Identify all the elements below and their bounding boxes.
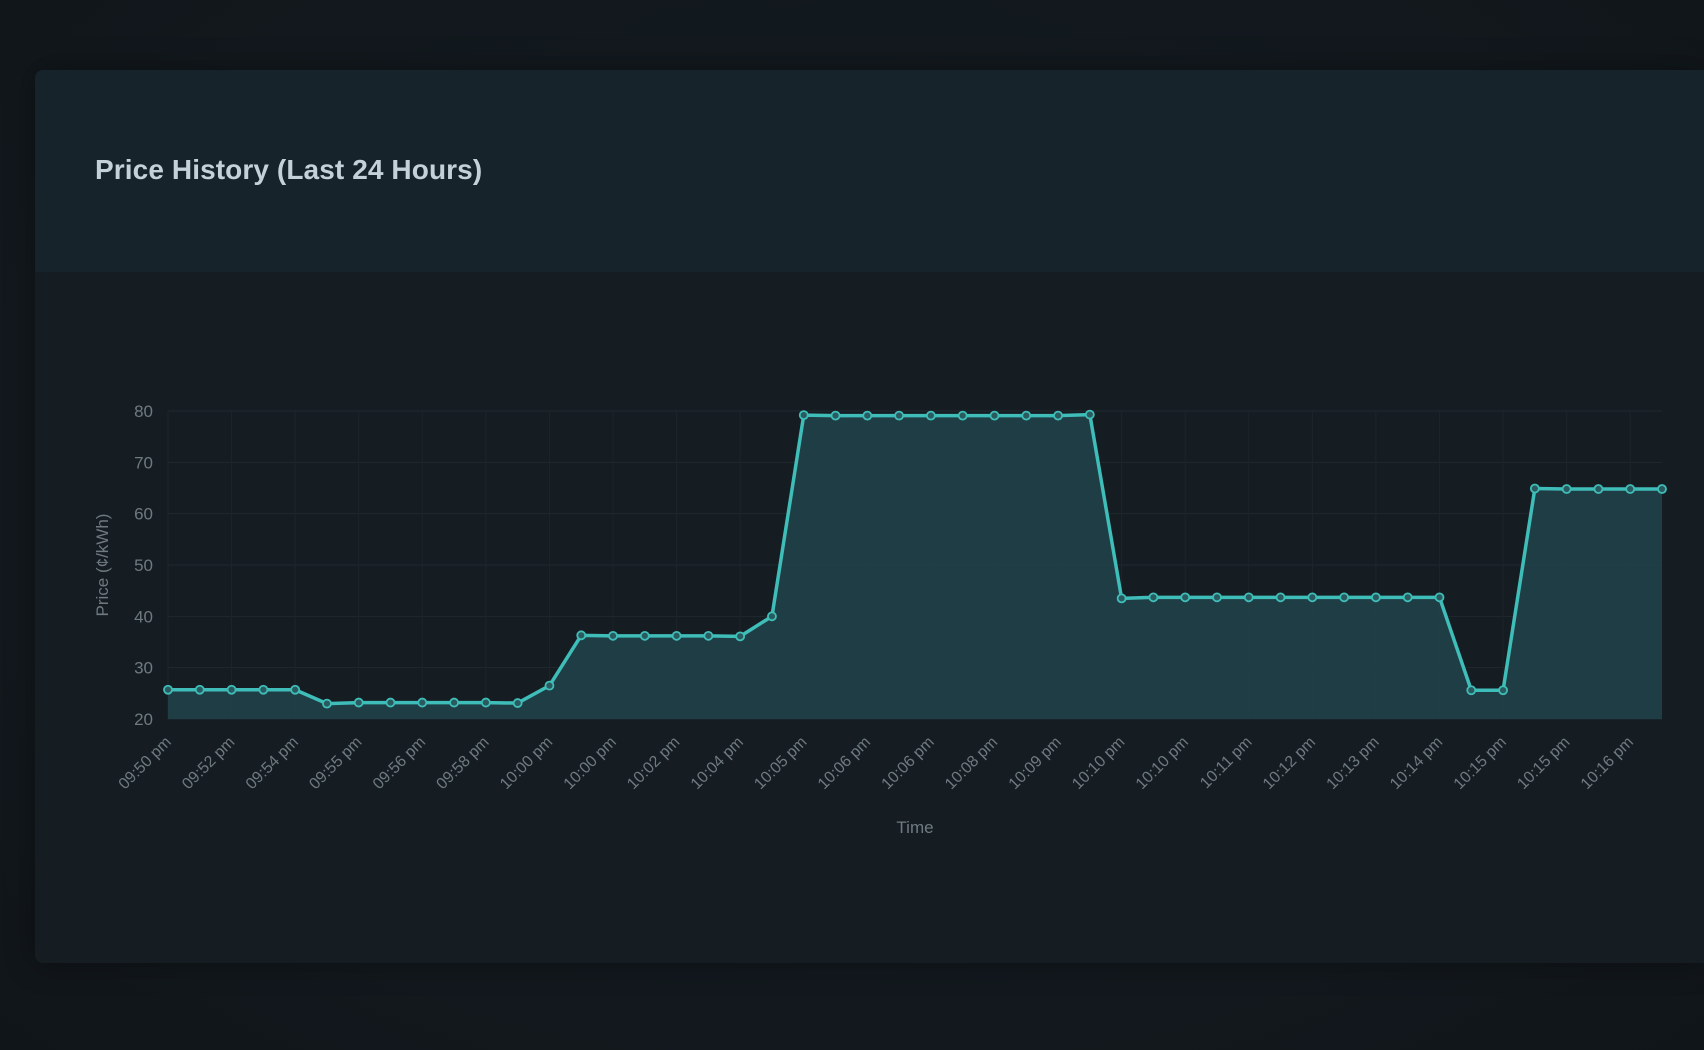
data-point[interactable] bbox=[957, 410, 968, 421]
card-header: Price History (Last 24 Hours) bbox=[35, 70, 1704, 272]
price-area-fill bbox=[168, 414, 1662, 719]
x-tick-label: 10:13 pm bbox=[1324, 734, 1383, 793]
data-point[interactable] bbox=[512, 698, 523, 708]
x-tick-label: 09:58 pm bbox=[434, 734, 493, 793]
chart-area: 20 30 40 50 60 70 80 09:50 pm 09:52 pm 09:54 pm 09… bbox=[35, 272, 1704, 963]
data-point[interactable] bbox=[703, 630, 714, 641]
data-point[interactable] bbox=[1402, 592, 1413, 603]
data-point[interactable] bbox=[735, 631, 746, 642]
data-point[interactable] bbox=[1243, 592, 1254, 603]
x-tick-label: 10:08 pm bbox=[942, 734, 1001, 793]
data-point[interactable] bbox=[1275, 592, 1286, 603]
x-tick-label: 10:15 pm bbox=[1451, 734, 1510, 793]
data-point[interactable] bbox=[385, 697, 396, 708]
data-point[interactable] bbox=[1212, 592, 1222, 603]
data-point[interactable] bbox=[226, 684, 237, 695]
x-tick-label: 10:10 pm bbox=[1133, 734, 1192, 793]
x-tick-label: 09:56 pm bbox=[370, 734, 429, 793]
data-point[interactable] bbox=[322, 698, 332, 709]
y-tick-label: 80 bbox=[134, 402, 153, 421]
x-tick-label: 10:05 pm bbox=[751, 734, 810, 793]
data-point[interactable] bbox=[1339, 592, 1350, 603]
data-point[interactable] bbox=[671, 630, 682, 641]
x-tick-label: 10:12 pm bbox=[1260, 734, 1319, 793]
y-tick-label: 40 bbox=[134, 607, 153, 626]
y-tick-label: 50 bbox=[134, 556, 153, 575]
data-point[interactable] bbox=[353, 697, 364, 708]
y-tick-label: 70 bbox=[134, 453, 153, 472]
data-point[interactable] bbox=[1307, 592, 1318, 603]
data-point[interactable] bbox=[989, 410, 1000, 421]
data-point[interactable] bbox=[1084, 409, 1095, 420]
x-tick-label: 10:14 pm bbox=[1387, 734, 1446, 793]
card-title: Price History (Last 24 Hours) bbox=[95, 154, 483, 185]
x-tick-label: 10:09 pm bbox=[1006, 734, 1065, 793]
x-tick-label: 10:00 pm bbox=[497, 734, 556, 793]
data-point[interactable] bbox=[1148, 592, 1159, 603]
y-tick-label: 20 bbox=[134, 710, 153, 729]
x-tick-label: 10:15 pm bbox=[1514, 734, 1573, 793]
data-point[interactable] bbox=[449, 697, 459, 708]
data-point[interactable] bbox=[798, 410, 809, 421]
data-point[interactable] bbox=[1434, 592, 1445, 603]
data-point[interactable] bbox=[1371, 592, 1381, 603]
data-point[interactable] bbox=[480, 697, 491, 708]
data-point[interactable] bbox=[290, 684, 301, 695]
data-point[interactable] bbox=[639, 630, 650, 641]
price-history-chart: 2030405060708009:50 pm 09:52 pm 09:54 pm 09… bbox=[93, 402, 1667, 837]
data-point[interactable] bbox=[576, 630, 587, 641]
x-tick-label: 10:06 pm bbox=[815, 734, 874, 793]
x-tick-label: 10:02 pm bbox=[624, 734, 683, 793]
x-tick-label: 10:10 pm bbox=[1069, 734, 1128, 793]
data-point[interactable] bbox=[1498, 685, 1508, 696]
data-point[interactable] bbox=[1116, 593, 1127, 604]
data-point[interactable] bbox=[417, 697, 428, 708]
data-point[interactable] bbox=[194, 684, 205, 695]
y-tick-label: 30 bbox=[134, 659, 153, 678]
x-tick-label: 09:54 pm bbox=[243, 734, 302, 793]
data-point[interactable] bbox=[608, 630, 618, 641]
y-axis-title: Price (¢/kWh) bbox=[93, 514, 112, 617]
data-point[interactable] bbox=[1466, 685, 1477, 696]
data-point[interactable] bbox=[767, 611, 777, 622]
x-tick-label: 10:16 pm bbox=[1578, 734, 1637, 793]
x-tick-label: 09:55 pm bbox=[306, 734, 365, 793]
data-point[interactable] bbox=[830, 410, 841, 421]
page: Price History (Last 24 Hours) 20 30 40 50 60… bbox=[0, 0, 1704, 1050]
data-point[interactable] bbox=[258, 684, 269, 695]
x-tick-label: 10:00 pm bbox=[561, 734, 620, 793]
data-point[interactable] bbox=[925, 410, 936, 421]
y-tick-label: 60 bbox=[134, 505, 153, 524]
data-point[interactable] bbox=[1625, 484, 1636, 494]
data-point[interactable] bbox=[1561, 484, 1572, 494]
data-point[interactable] bbox=[1021, 410, 1032, 421]
data-point[interactable] bbox=[1053, 410, 1063, 421]
data-point[interactable] bbox=[544, 680, 555, 691]
x-axis-title: Time bbox=[896, 818, 933, 837]
x-tick-label: 10:11 pm bbox=[1197, 734, 1255, 792]
price-history-card: Price History (Last 24 Hours) 20 30 40 50 60… bbox=[35, 70, 1704, 963]
data-point[interactable] bbox=[1657, 484, 1667, 494]
data-point[interactable] bbox=[1593, 484, 1604, 494]
x-tick-label: 09:52 pm bbox=[179, 734, 238, 793]
data-point[interactable] bbox=[1529, 483, 1540, 494]
x-tick-label: 10:04 pm bbox=[688, 734, 747, 793]
data-point[interactable] bbox=[1180, 592, 1191, 603]
data-point[interactable] bbox=[894, 410, 905, 421]
data-point[interactable] bbox=[862, 410, 873, 421]
data-point[interactable] bbox=[163, 684, 173, 695]
x-tick-label: 10:06 pm bbox=[879, 734, 938, 793]
x-tick-label: 09:50 pm bbox=[116, 734, 175, 793]
